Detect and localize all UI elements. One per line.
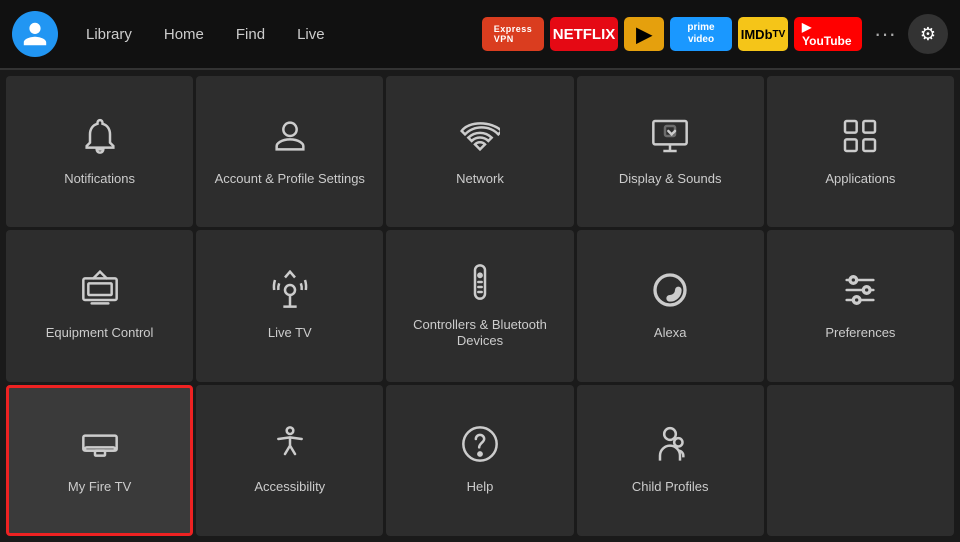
settings-button[interactable]: ⚙: [908, 14, 948, 54]
grid-cell-empty[interactable]: [767, 385, 954, 536]
grid-cell-notifications[interactable]: Notifications: [6, 76, 193, 227]
cell-label-applications: Applications: [825, 171, 895, 188]
cell-label-controllers-bluetooth: Controllers & Bluetooth Devices: [396, 317, 563, 351]
cell-label-alexa: Alexa: [654, 325, 687, 342]
grid-cell-my-fire-tv[interactable]: My Fire TV: [6, 385, 193, 536]
cell-label-child-profiles: Child Profiles: [632, 479, 709, 496]
grid-cell-child-profiles[interactable]: Child Profiles: [577, 385, 764, 536]
grid-cell-controllers-bluetooth[interactable]: Controllers & Bluetooth Devices: [386, 230, 573, 381]
accessibility-icon: [270, 424, 310, 469]
alexa-icon: [650, 270, 690, 315]
nav-links: Library Home Find Live: [72, 20, 339, 49]
wifi-icon: [460, 116, 500, 161]
cell-label-live-tv: Live TV: [268, 325, 312, 342]
grid-cell-network[interactable]: Network: [386, 76, 573, 227]
antenna-icon: [270, 270, 310, 315]
app-youtube[interactable]: ▶ YouTube: [794, 17, 862, 51]
cell-label-preferences: Preferences: [825, 325, 895, 342]
apps-icon: [840, 116, 880, 161]
nav-home[interactable]: Home: [150, 20, 218, 49]
help-icon: [460, 424, 500, 469]
cell-label-accessibility: Accessibility: [254, 479, 325, 496]
avatar[interactable]: [12, 11, 58, 57]
cell-label-help: Help: [467, 479, 494, 496]
nav-find[interactable]: Find: [222, 20, 279, 49]
grid-cell-display-sounds[interactable]: Display & Sounds: [577, 76, 764, 227]
grid-cell-preferences[interactable]: Preferences: [767, 230, 954, 381]
grid-cell-accessibility[interactable]: Accessibility: [196, 385, 383, 536]
sliders-icon: [840, 270, 880, 315]
firetv-icon: [80, 424, 120, 469]
cell-label-account-profile: Account & Profile Settings: [215, 171, 365, 188]
app-imdb[interactable]: IMDb TV: [738, 17, 788, 51]
nav-more[interactable]: ···: [868, 21, 902, 47]
grid-cell-help[interactable]: Help: [386, 385, 573, 536]
tv-icon: [80, 270, 120, 315]
child-icon: [650, 424, 690, 469]
app-plex[interactable]: ▶: [624, 17, 664, 51]
cell-label-network: Network: [456, 171, 504, 188]
top-nav: Library Home Find Live ExpressVPN NETFLI…: [0, 0, 960, 68]
app-netflix[interactable]: NETFLIX: [550, 17, 618, 51]
cell-label-my-fire-tv: My Fire TV: [68, 479, 131, 496]
grid-cell-applications[interactable]: Applications: [767, 76, 954, 227]
grid-cell-live-tv[interactable]: Live TV: [196, 230, 383, 381]
display-sound-icon: [650, 116, 690, 161]
person-icon: [270, 116, 310, 161]
bell-icon: [80, 116, 120, 161]
cell-label-display-sounds: Display & Sounds: [619, 171, 722, 188]
settings-grid: Notifications Account & Profile Settings N…: [0, 70, 960, 542]
cell-label-notifications: Notifications: [64, 171, 135, 188]
grid-cell-equipment-control[interactable]: Equipment Control: [6, 230, 193, 381]
nav-library[interactable]: Library: [72, 20, 146, 49]
app-expressvpn[interactable]: ExpressVPN: [482, 17, 544, 51]
nav-live[interactable]: Live: [283, 20, 339, 49]
remote-icon: [460, 262, 500, 307]
nav-apps: ExpressVPN NETFLIX ▶ primevideo IMDb TV …: [482, 14, 948, 54]
app-prime[interactable]: primevideo: [670, 17, 732, 51]
cell-label-equipment-control: Equipment Control: [46, 325, 154, 342]
grid-cell-account-profile[interactable]: Account & Profile Settings: [196, 76, 383, 227]
grid-cell-alexa[interactable]: Alexa: [577, 230, 764, 381]
